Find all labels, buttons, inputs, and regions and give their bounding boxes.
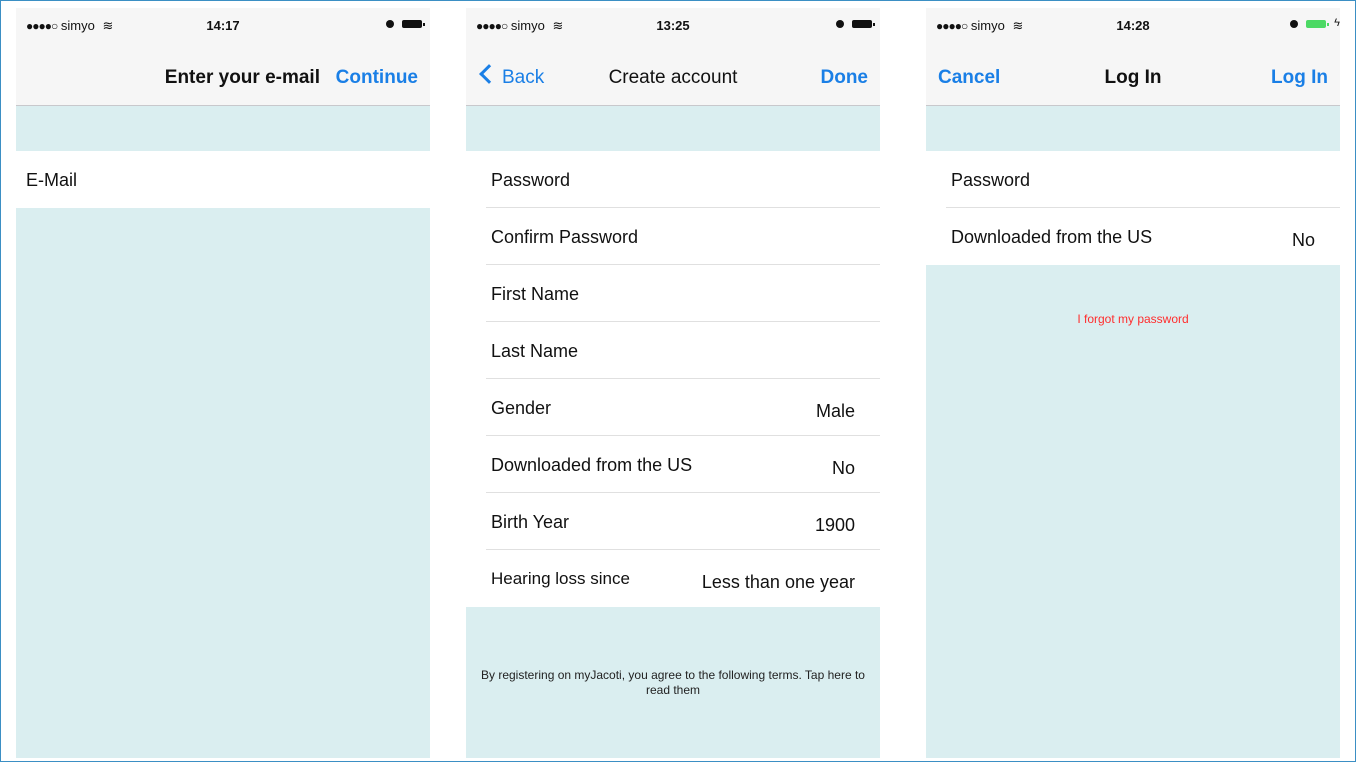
charging-icon: ϟ	[1334, 17, 1340, 29]
terms-link[interactable]: By registering on myJacoti, you agree to…	[466, 668, 880, 698]
form-list: Password Confirm Password First Name Las…	[466, 151, 880, 607]
email-field[interactable]: E-Mail	[16, 151, 430, 208]
alarm-icon	[836, 20, 844, 28]
forgot-password-link[interactable]: I forgot my password	[926, 312, 1340, 326]
alarm-icon	[1290, 20, 1298, 28]
downloaded-us-label: Downloaded from the US	[951, 227, 1153, 247]
gender-value: Male	[815, 401, 855, 421]
gender-row[interactable]: Gender Male	[466, 379, 880, 436]
password-field[interactable]: Password	[466, 151, 880, 208]
done-button[interactable]: Done	[821, 67, 869, 89]
battery-icon	[1306, 20, 1329, 28]
alarm-icon	[386, 20, 394, 28]
downloaded-us-value: No	[1291, 230, 1315, 250]
status-time: 14:17	[206, 18, 240, 33]
status-time: 13:25	[656, 18, 690, 33]
hearing-loss-row[interactable]: Hearing loss since Less than one year	[466, 550, 880, 607]
gender-label: Gender	[491, 398, 552, 418]
battery-icon	[852, 20, 875, 28]
battery-icon	[402, 20, 425, 28]
downloaded-us-label: Downloaded from the US	[491, 455, 693, 475]
hearing-loss-value: Less than one year	[701, 572, 855, 592]
birth-year-value: 1900	[814, 515, 855, 535]
nav-bar: Back Create account Done	[466, 40, 880, 106]
form-list: E-Mail	[16, 151, 430, 208]
password-label: Password	[951, 170, 1031, 190]
password-field[interactable]: Password	[926, 151, 1340, 208]
birth-year-label: Birth Year	[491, 512, 570, 532]
birth-year-row[interactable]: Birth Year 1900	[466, 493, 880, 550]
first-name-field[interactable]: First Name	[466, 265, 880, 322]
last-name-label: Last Name	[491, 341, 579, 361]
first-name-label: First Name	[491, 284, 580, 304]
downloaded-us-row[interactable]: Downloaded from the US No	[926, 208, 1340, 265]
status-bar: ●●●●○ simyo ≋ 13:25	[466, 8, 880, 40]
nav-title: Enter your e-mail	[164, 67, 320, 88]
continue-button[interactable]: Continue	[336, 67, 418, 89]
password-label: Password	[491, 170, 571, 190]
confirm-password-label: Confirm Password	[491, 227, 639, 247]
status-bar: ●●●●○ simyo ≋ 14:17	[16, 8, 430, 40]
log-in-button[interactable]: Log In	[1271, 67, 1328, 89]
confirm-password-field[interactable]: Confirm Password	[466, 208, 880, 265]
hearing-loss-label: Hearing loss since	[491, 569, 630, 588]
screen-log-in: ●●●●○ simyo ≋ 14:28 ϟ Cancel Log In Log …	[926, 8, 1340, 758]
nav-bar: Cancel Log In Log In	[926, 40, 1340, 106]
status-time: 14:28	[1116, 18, 1150, 33]
screen-enter-email: ●●●●○ simyo ≋ 14:17 Enter your e-mail Co…	[16, 8, 430, 758]
screen-create-account: ●●●●○ simyo ≋ 13:25 Back Create account …	[466, 8, 880, 758]
downloaded-us-row[interactable]: Downloaded from the US No	[466, 436, 880, 493]
nav-bar: Enter your e-mail Continue	[16, 40, 430, 106]
form-list: Password Downloaded from the US No	[926, 151, 1340, 265]
status-bar: ●●●●○ simyo ≋ 14:28 ϟ	[926, 8, 1340, 40]
downloaded-us-value: No	[831, 458, 855, 478]
email-label: E-Mail	[26, 170, 78, 190]
last-name-field[interactable]: Last Name	[466, 322, 880, 379]
nav-title: Create account	[608, 67, 738, 88]
